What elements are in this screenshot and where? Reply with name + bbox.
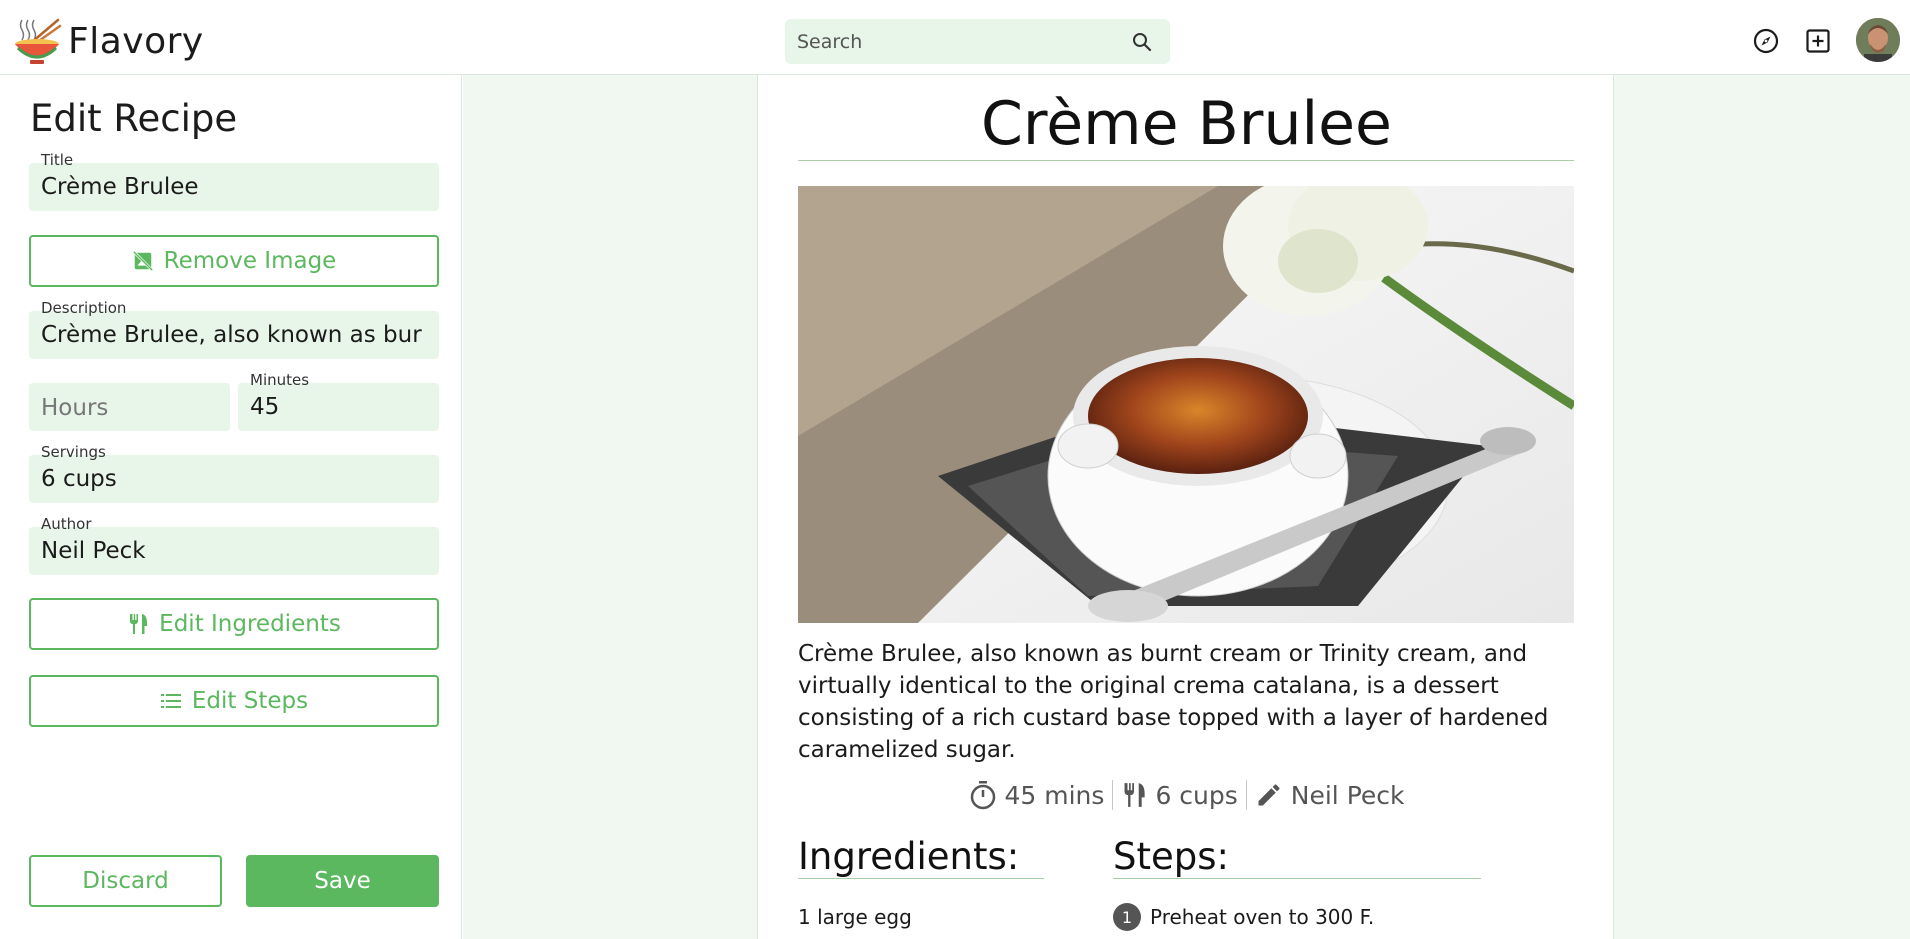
author-meta-value: Neil Peck — [1290, 780, 1405, 810]
time-value: 45 mins — [1004, 780, 1105, 810]
ingredient-item: 1 large egg — [798, 905, 912, 929]
recipe-meta: 45 mins 6 cups Neil Peck — [758, 780, 1615, 810]
title-field[interactable]: Title Crème Brulee — [29, 151, 439, 211]
author-field[interactable]: Author Neil Peck — [29, 515, 439, 575]
noodle-bowl-logo — [15, 18, 62, 64]
search-input[interactable] — [797, 19, 1117, 64]
steps-heading: Steps: — [1113, 835, 1229, 878]
title-value[interactable]: Crème Brulee — [41, 174, 429, 200]
title-divider — [798, 160, 1574, 161]
edit-steps-button[interactable]: Edit Steps — [29, 675, 439, 727]
ingredients-divider — [798, 878, 1044, 879]
minutes-value[interactable]: 45 — [250, 394, 429, 420]
discard-button[interactable]: Discard — [29, 855, 222, 907]
author-meta: Neil Peck — [1247, 781, 1413, 810]
timer-icon — [970, 781, 995, 810]
remove-image-label: Remove Image — [163, 248, 337, 274]
hide-image-icon — [132, 250, 153, 272]
edit-ingredients-label: Edit Ingredients — [159, 611, 341, 637]
user-avatar[interactable] — [1856, 18, 1900, 62]
time-meta: 45 mins — [961, 780, 1113, 810]
save-button[interactable]: Save — [246, 855, 439, 907]
search-bar[interactable] — [785, 19, 1170, 64]
add-box-icon[interactable] — [1804, 27, 1832, 55]
minutes-label: Minutes — [250, 371, 310, 389]
title-label: Title — [41, 151, 74, 169]
brand[interactable]: Flavory — [12, 16, 204, 66]
servings-value[interactable]: 6 cups — [41, 466, 429, 492]
servings-label: Servings — [41, 443, 106, 461]
top-app-bar: Flavory — [0, 0, 1910, 75]
step-text: Preheat oven to 300 F. — [1150, 905, 1375, 929]
utensils-icon — [130, 614, 148, 634]
brand-name: Flavory — [68, 20, 204, 62]
step-item: 1 Preheat oven to 300 F. — [1113, 903, 1374, 931]
hours-field[interactable]: Hours — [29, 383, 230, 431]
servings-meta: 6 cups — [1113, 780, 1245, 810]
steps-divider — [1113, 878, 1481, 879]
edit-ingredients-button[interactable]: Edit Ingredients — [29, 598, 439, 650]
description-field[interactable]: Description Crème Brulee, also known as … — [29, 299, 439, 359]
hours-placeholder[interactable]: Hours — [41, 395, 220, 421]
step-number: 1 — [1113, 903, 1141, 931]
servings-meta-value: 6 cups — [1155, 780, 1238, 810]
recipe-title: Crème Brulee — [981, 89, 1392, 159]
utensils-icon — [1124, 783, 1146, 807]
pencil-icon — [1258, 784, 1280, 806]
panel-title: Edit Recipe — [30, 97, 238, 140]
remove-image-button[interactable]: Remove Image — [29, 235, 439, 287]
edit-steps-label: Edit Steps — [191, 688, 309, 714]
ingredients-heading: Ingredients: — [798, 835, 1020, 878]
author-label: Author — [41, 515, 92, 533]
recipe-description: Crème Brulee, also known as burnt cream … — [798, 641, 1549, 763]
description-label: Description — [41, 299, 127, 317]
author-value[interactable]: Neil Peck — [41, 538, 429, 564]
edit-recipe-panel: Edit Recipe Title Crème Brulee Remove Im… — [8, 75, 462, 939]
minutes-field[interactable]: Minutes 45 — [238, 371, 439, 431]
compass-icon[interactable] — [1752, 27, 1780, 55]
description-value[interactable]: Crème Brulee, also known as bur — [41, 322, 429, 348]
servings-field[interactable]: Servings 6 cups — [29, 443, 439, 503]
search-icon[interactable] — [1130, 30, 1154, 54]
recipe-photo — [798, 186, 1574, 623]
recipe-preview-card: Crème Brulee Crème Brulee, also known as… — [757, 75, 1614, 939]
list-icon — [160, 694, 181, 708]
